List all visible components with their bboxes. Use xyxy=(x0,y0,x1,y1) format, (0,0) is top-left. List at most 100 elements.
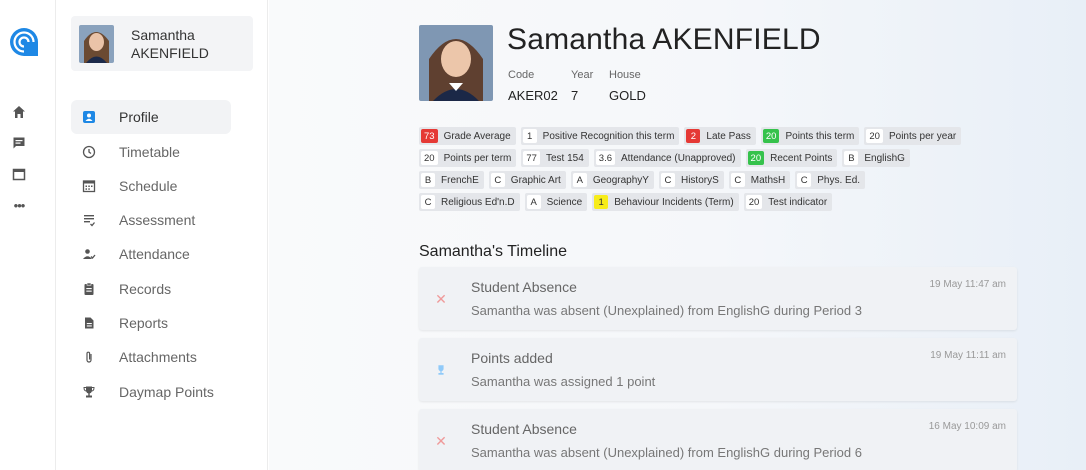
badge-row: 20 Points per term 77 Test 154 3.6 Attendance… xyxy=(419,149,1019,167)
badge-value: B xyxy=(844,151,859,165)
timeline-item[interactable]: ✕ Student Absence Samantha was absent (U… xyxy=(419,409,1017,470)
indicator-badge[interactable]: 20 Test indicator xyxy=(743,193,833,211)
badge-value: 20 xyxy=(745,195,763,209)
home-icon[interactable] xyxy=(11,104,27,120)
timeline-item-time: 19 May 11:47 am xyxy=(929,279,1006,290)
indicator-badge[interactable]: 77 Test 154 xyxy=(521,149,589,167)
badge-value: C xyxy=(660,173,675,187)
code-label: Code xyxy=(508,69,535,81)
indicator-badge[interactable]: 2 Late Pass xyxy=(684,127,756,145)
sidebar-item-profile[interactable]: Profile xyxy=(71,100,231,134)
indicator-badge[interactable]: 20 Points per year xyxy=(864,127,962,145)
indicator-badge[interactable]: C HistoryS xyxy=(658,171,724,189)
sidebar-item-records[interactable]: Records xyxy=(71,272,231,306)
indicator-badge[interactable]: C Religious Ed'n.D xyxy=(419,193,520,211)
trophy-icon xyxy=(81,384,97,400)
badge-value: 1 xyxy=(594,195,609,209)
sidebar-item-attachments[interactable]: Attachments xyxy=(71,340,231,374)
badge-value: 1 xyxy=(522,129,537,143)
badge-value: C xyxy=(797,173,812,187)
daymap-logo-icon[interactable] xyxy=(9,27,39,57)
sidebar-item-daymap-points[interactable]: Daymap Points xyxy=(71,375,231,409)
profile-icon xyxy=(81,109,97,125)
indicator-badge[interactable]: C Graphic Art xyxy=(488,171,566,189)
indicator-badge[interactable]: C MathsH xyxy=(728,171,791,189)
badge-label: EnglishG xyxy=(864,152,905,164)
sidebar-item-reports[interactable]: Reports xyxy=(71,306,231,340)
badge-value: B xyxy=(421,173,435,187)
more-icon[interactable]: ••• xyxy=(11,197,27,213)
indicator-badge[interactable]: B EnglishG xyxy=(842,149,910,167)
badge-label: FrenchE xyxy=(441,174,479,186)
badge-label: Points per year xyxy=(888,130,957,142)
indicator-badges: 73 Grade Average 1 Positive Recognition thi… xyxy=(419,127,1019,215)
badge-label: MathsH xyxy=(750,174,786,186)
sidebar-item-timetable[interactable]: Timetable xyxy=(71,135,231,169)
clipboard-icon xyxy=(81,281,97,297)
badge-label: Late Pass xyxy=(706,130,751,142)
indicator-badge[interactable]: 1 Behaviour Incidents (Term) xyxy=(592,193,739,211)
indicator-badge[interactable]: 20 Recent Points xyxy=(745,149,838,167)
indicator-badge[interactable]: 3.6 Attendance (Unapproved) xyxy=(593,149,741,167)
badge-value: 20 xyxy=(747,151,765,165)
badge-value: C xyxy=(730,173,745,187)
badge-label: HistoryS xyxy=(680,174,719,186)
timeline-item-title: Student Absence xyxy=(471,279,577,295)
house-value: GOLD xyxy=(609,88,646,103)
timeline-item-time: 16 May 10:09 am xyxy=(928,421,1006,432)
attendance-icon xyxy=(81,246,97,262)
indicator-badge[interactable]: A Science xyxy=(524,193,588,211)
timeline-item[interactable]: ✕ Student Absence Samantha was absent (U… xyxy=(419,267,1017,330)
badge-label: Grade Average xyxy=(443,130,511,142)
user-card[interactable]: Samantha AKENFIELD xyxy=(71,16,253,71)
indicator-badge[interactable]: 20 Points this term xyxy=(760,127,860,145)
student-name: Samantha AKENFIELD xyxy=(507,23,821,56)
main-content: Samantha AKENFIELD Code Year House AKER0… xyxy=(269,0,1086,470)
badge-value: 3.6 xyxy=(595,151,615,165)
badge-label: Positive Recognition this term xyxy=(542,130,675,142)
badge-label: Attendance (Unapproved) xyxy=(621,152,736,164)
timeline-item[interactable]: Points added Samantha was assigned 1 poi… xyxy=(419,338,1017,401)
sidebar-item-label: Profile xyxy=(119,109,159,125)
badge-row: 73 Grade Average 1 Positive Recognition thi… xyxy=(419,127,1019,145)
year-label: Year xyxy=(571,69,594,81)
indicator-badge[interactable]: 1 Positive Recognition this term xyxy=(520,127,680,145)
badge-value: A xyxy=(526,195,541,209)
indicator-badge[interactable]: B FrenchE xyxy=(419,171,484,189)
indicator-badge[interactable]: C Phys. Ed. xyxy=(795,171,866,189)
sidebar-item-label: Records xyxy=(119,281,172,297)
code-value: AKER02 xyxy=(508,88,558,103)
sidebar-item-assessment[interactable]: Assessment xyxy=(71,203,231,237)
sidebar-item-schedule[interactable]: Schedule xyxy=(71,169,231,203)
badge-value: 20 xyxy=(762,129,780,143)
badge-value: 73 xyxy=(421,129,438,143)
avatar xyxy=(79,25,114,63)
calendar-icon[interactable] xyxy=(11,166,27,182)
badge-label: Test indicator xyxy=(768,196,828,208)
user-first-name: Samantha xyxy=(131,27,195,43)
badge-row: B FrenchE C Graphic Art A GeographyY C HistoryS… xyxy=(419,171,1019,189)
calendar-grid-icon xyxy=(81,178,97,194)
indicator-badge[interactable]: 20 Points per term xyxy=(419,149,517,167)
year-value: 7 xyxy=(571,88,579,103)
house-label: House xyxy=(609,69,641,81)
badge-label: Test 154 xyxy=(545,152,584,164)
timeline-title: Samantha's Timeline xyxy=(419,243,568,260)
sidebar-item-label: Timetable xyxy=(119,144,180,160)
indicator-badge[interactable]: A GeographyY xyxy=(570,171,654,189)
document-icon xyxy=(81,315,97,331)
message-icon[interactable] xyxy=(11,135,27,151)
badge-label: Graphic Art xyxy=(510,174,561,186)
badge-value: C xyxy=(421,195,435,209)
timeline-item-time: 19 May 11:11 am xyxy=(930,350,1006,361)
badge-label: Recent Points xyxy=(770,152,833,164)
indicator-badge[interactable]: 73 Grade Average xyxy=(419,127,516,145)
sidebar-item-label: Reports xyxy=(119,315,169,331)
user-name: Samantha AKENFIELD xyxy=(131,26,209,62)
timeline-item-title: Points added xyxy=(471,350,553,366)
sidebar-item-label: Attachments xyxy=(119,349,197,365)
badge-value: 2 xyxy=(686,129,701,143)
sidebar-item-label: Assessment xyxy=(119,212,196,228)
clock-icon xyxy=(81,144,97,160)
sidebar-item-attendance[interactable]: Attendance xyxy=(71,237,231,271)
